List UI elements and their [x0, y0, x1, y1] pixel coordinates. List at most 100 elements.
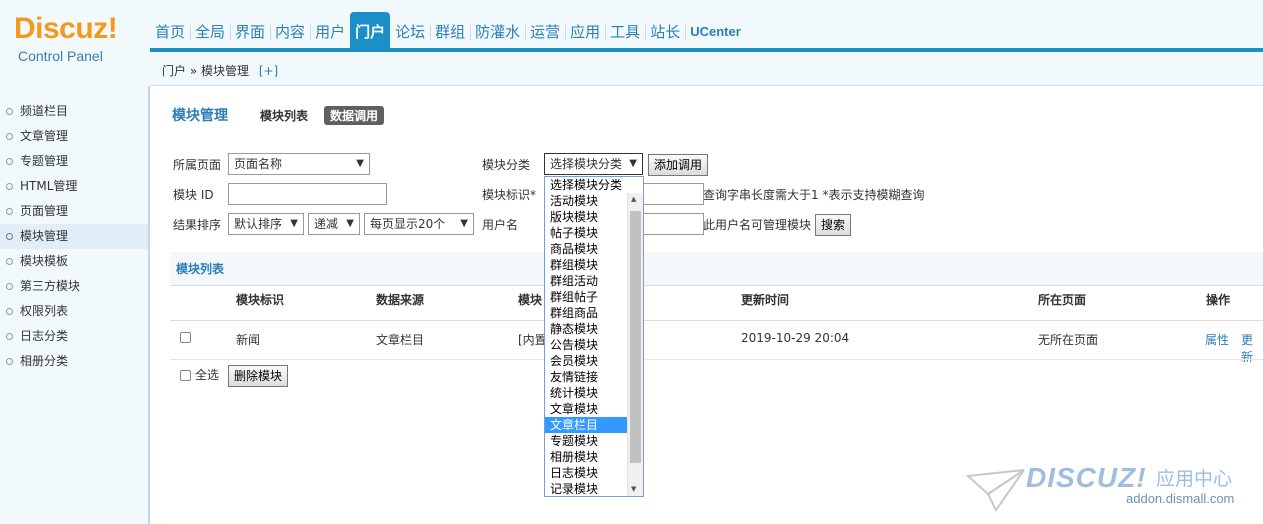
bullet-icon — [6, 108, 13, 115]
select-all-checkbox[interactable] — [180, 370, 191, 381]
search-button[interactable]: 搜索 — [815, 214, 852, 236]
chevron-down-icon: ▼ — [356, 158, 364, 169]
sidebar-item-7[interactable]: 第三方模块 — [0, 274, 148, 299]
logo[interactable]: Discuz! Control Panel — [0, 0, 150, 86]
watermark: DISCUZ! 应用中心 addon.dismall.com — [966, 462, 1256, 522]
watermark-cn: 应用中心 — [1156, 468, 1233, 490]
category-select[interactable]: 选择模块分类 ▼ — [544, 153, 643, 175]
sort-select[interactable]: 默认排序 ▼ — [228, 213, 304, 235]
block-mark-input[interactable] — [642, 183, 704, 205]
row-divider — [170, 359, 1263, 360]
bullet-icon — [6, 183, 13, 190]
sidebar-item-label: 日志分类 — [20, 329, 69, 343]
cell-mark: 新闻 — [236, 333, 261, 347]
header-divider — [170, 320, 1263, 321]
breadcrumb-text: 门户 » 模块管理 — [162, 64, 249, 78]
nav-item-11[interactable]: 工具 — [605, 12, 645, 52]
bullet-icon — [6, 258, 13, 265]
sidebar-item-label: 页面管理 — [20, 204, 69, 218]
bullet-icon — [6, 133, 13, 140]
breadcrumb: 门户 » 模块管理 [+] — [150, 56, 1263, 86]
delete-block-button[interactable]: 删除模块 — [228, 365, 289, 387]
nav-item-1[interactable]: 全局 — [190, 12, 230, 52]
username-hint: 此用户名可管理模块 — [703, 218, 812, 232]
header-source: 数据来源 — [376, 293, 425, 307]
sidebar-item-8[interactable]: 权限列表 — [0, 299, 148, 324]
order-select[interactable]: 递减 ▼ — [308, 213, 360, 235]
sidebar-item-6[interactable]: 模块模板 — [0, 249, 148, 274]
nav-item-8[interactable]: 防灌水 — [470, 12, 525, 52]
header-type: 模块 — [518, 293, 543, 307]
sidebar-item-label: 相册分类 — [20, 354, 69, 368]
sidebar-item-label: 频道栏目 — [20, 104, 69, 118]
chevron-down-icon: ▼ — [629, 158, 637, 169]
block-id-input[interactable] — [228, 183, 387, 205]
watermark-url: addon.dismall.com — [1126, 491, 1235, 506]
nav-item-12[interactable]: 站长 — [645, 12, 685, 52]
nav-item-6[interactable]: 论坛 — [390, 12, 430, 52]
sidebar-item-9[interactable]: 日志分类 — [0, 324, 148, 349]
watermark-brand: DISCUZ! — [1026, 462, 1147, 493]
block-mark-label: 模块标识* — [482, 188, 537, 202]
chevron-down-icon: ▼ — [460, 218, 468, 229]
header: Discuz! Control Panel 首页 全局 界面 内容 用户 门户 论坛 群组 防灌… — [0, 0, 1263, 86]
page-title: 模块管理 — [172, 108, 228, 124]
chevron-down-icon: ▼ — [290, 218, 298, 229]
header-actions: 操作 — [1206, 293, 1231, 307]
category-dropdown-list[interactable]: 选择模块分类 活动模块 版块模块 帖子模块 商品模块 群组模块 群组活动 群组帖子 群组商品 静态… — [544, 176, 644, 497]
per-page-select[interactable]: 每页显示20个 ▼ — [364, 213, 474, 235]
nav-item-3[interactable]: 内容 — [270, 12, 310, 52]
page-select[interactable]: 页面名称 ▼ — [228, 153, 370, 175]
sidebar-item-5[interactable]: 模块管理 — [0, 224, 148, 249]
dropdown-scrollbar[interactable]: ▲ ▼ — [627, 193, 643, 496]
sidebar-item-0[interactable]: 频道栏目 — [0, 99, 148, 124]
nav-item-4[interactable]: 用户 — [310, 12, 350, 52]
tab-data-call[interactable]: 数据调用 — [324, 105, 385, 125]
sidebar-item-2[interactable]: 专题管理 — [0, 149, 148, 174]
cell-updated: 2019-10-29 20:04 — [741, 331, 850, 345]
scroll-down-icon[interactable]: ▼ — [631, 485, 636, 493]
nav-item-2[interactable]: 界面 — [230, 12, 270, 52]
paper-plane-icon — [966, 469, 1025, 512]
row-checkbox[interactable] — [180, 332, 191, 343]
scrollbar-thumb[interactable] — [630, 211, 641, 463]
category-select-value: 选择模块分类 — [550, 157, 623, 171]
nav-item-0[interactable]: 首页 — [150, 12, 190, 52]
bullet-icon — [6, 283, 13, 290]
per-page-select-value: 每页显示20个 — [370, 217, 446, 231]
nav-item-10[interactable]: 应用 — [565, 12, 605, 52]
block-mark-hint: 查询字串长度需大于1 *表示支持模糊查询 — [703, 188, 925, 202]
bullet-icon — [6, 158, 13, 165]
nav-item-5[interactable]: 门户 — [350, 12, 391, 52]
sidebar-item-3[interactable]: HTML管理 — [0, 174, 148, 199]
sidebar-item-label: 文章管理 — [20, 129, 69, 143]
sidebar-item-10[interactable]: 相册分类 — [0, 349, 148, 374]
main-content: 模块管理 模块列表 数据调用 所属页面 页面名称 ▼ 模块分类 选择模块分类 ▼ 添… — [152, 87, 1263, 524]
username-label: 用户名 — [482, 218, 519, 232]
properties-link[interactable]: 属性 — [1205, 331, 1229, 348]
bullet-icon — [6, 333, 13, 340]
top-nav: 首页 全局 界面 内容 用户 门户 论坛 群组 防灌水 运营 应用 工具 站长 UCenter — [150, 12, 1263, 52]
sort-select-value: 默认排序 — [234, 217, 283, 231]
dropdown-option[interactable]: 选择模块分类 — [545, 177, 643, 193]
page-label: 所属页面 — [173, 158, 222, 172]
tab-block-list[interactable]: 模块列表 — [254, 106, 314, 125]
sort-label: 结果排序 — [173, 218, 222, 232]
sidebar-item-1[interactable]: 文章管理 — [0, 124, 148, 149]
bullet-icon — [6, 308, 13, 315]
scroll-up-icon[interactable]: ▲ — [631, 195, 636, 203]
select-all-label: 全选 — [195, 368, 220, 382]
nav-item-7[interactable]: 群组 — [430, 12, 470, 52]
block-id-label: 模块 ID — [173, 188, 214, 202]
header-updated: 更新时间 — [741, 293, 790, 307]
category-label: 模块分类 — [482, 158, 531, 172]
nav-item-9[interactable]: 运营 — [525, 12, 565, 52]
sidebar-item-label: 模块模板 — [20, 254, 69, 268]
nav-item-13[interactable]: UCenter — [685, 12, 746, 52]
username-input[interactable] — [642, 213, 704, 235]
sidebar-item-4[interactable]: 页面管理 — [0, 199, 148, 224]
header-page: 所在页面 — [1038, 293, 1087, 307]
add-shortcut-link[interactable]: [+] — [259, 64, 278, 78]
cell-page: 无所在页面 — [1038, 333, 1099, 347]
add-call-button[interactable]: 添加调用 — [648, 154, 709, 176]
